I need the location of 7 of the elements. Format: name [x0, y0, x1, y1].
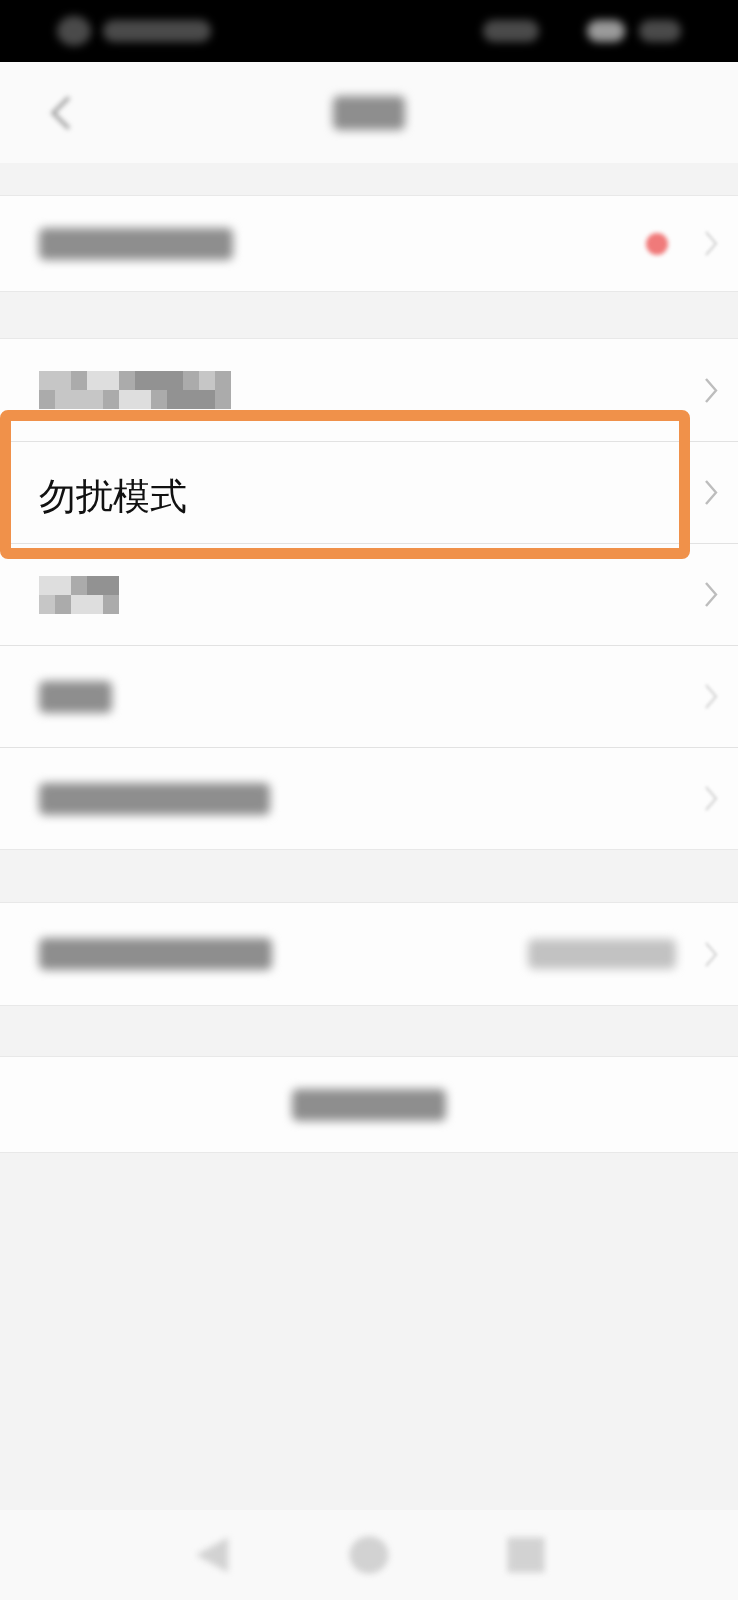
blurred-icon — [639, 20, 681, 42]
blurred-icon — [57, 16, 91, 46]
blurred-icon — [103, 20, 211, 42]
back-icon[interactable] — [50, 94, 72, 131]
blurred-icon — [483, 20, 539, 42]
blurred-icon — [587, 20, 625, 42]
blurred-title — [333, 95, 405, 130]
